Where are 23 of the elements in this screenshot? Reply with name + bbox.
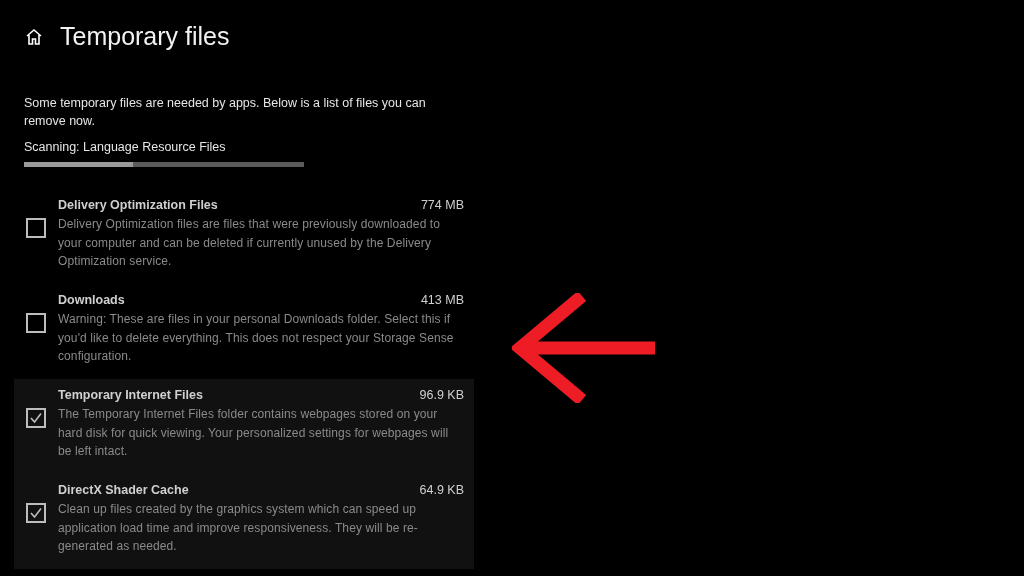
check-icon [29,411,43,426]
item-size: 413 MB [420,292,464,310]
checkbox[interactable] [26,313,46,334]
item-description: Delivery Optimization files are files that were previously downloaded to your computer and can be deleted if currently unused by the Delivery Optimization service. [58,216,442,270]
item-size: 96.9 KB [419,387,464,405]
home-icon[interactable] [24,26,44,47]
page-title: Temporary files [60,21,230,52]
item-name: Temporary Internet Files [58,387,203,405]
scan-status: Scanning: Language Resource Files [24,138,227,156]
item-description: The Temporary Internet Files folder contains webpages stored on your hard disk for quick viewing. Your personalized settings for webpages will be left intact. [58,406,450,460]
check-icon [29,506,43,521]
item-description: Warning: These are files in your personal Downloads folder. Select this if you'd like to delete everything. This does not respect your Storage Sense configuration. [58,311,455,365]
checkbox[interactable] [26,408,46,429]
item-size: 64.9 KB [419,482,464,500]
description-text: Some temporary files are needed by apps. Below is a list of files you can remove now. [24,94,427,130]
item-name: Delivery Optimization Files [58,197,218,215]
item-description: Clean up files created by the graphics system which can speed up application load time and improve responsiveness. They will be re-generated as needed. [58,501,419,555]
checkbox[interactable] [26,218,46,239]
item-name: DirectX Shader Cache [58,482,189,500]
arrow-icon [512,293,658,403]
item-name: Downloads [58,292,125,310]
item-size: 774 MB [420,197,464,215]
checkbox[interactable] [26,503,46,524]
